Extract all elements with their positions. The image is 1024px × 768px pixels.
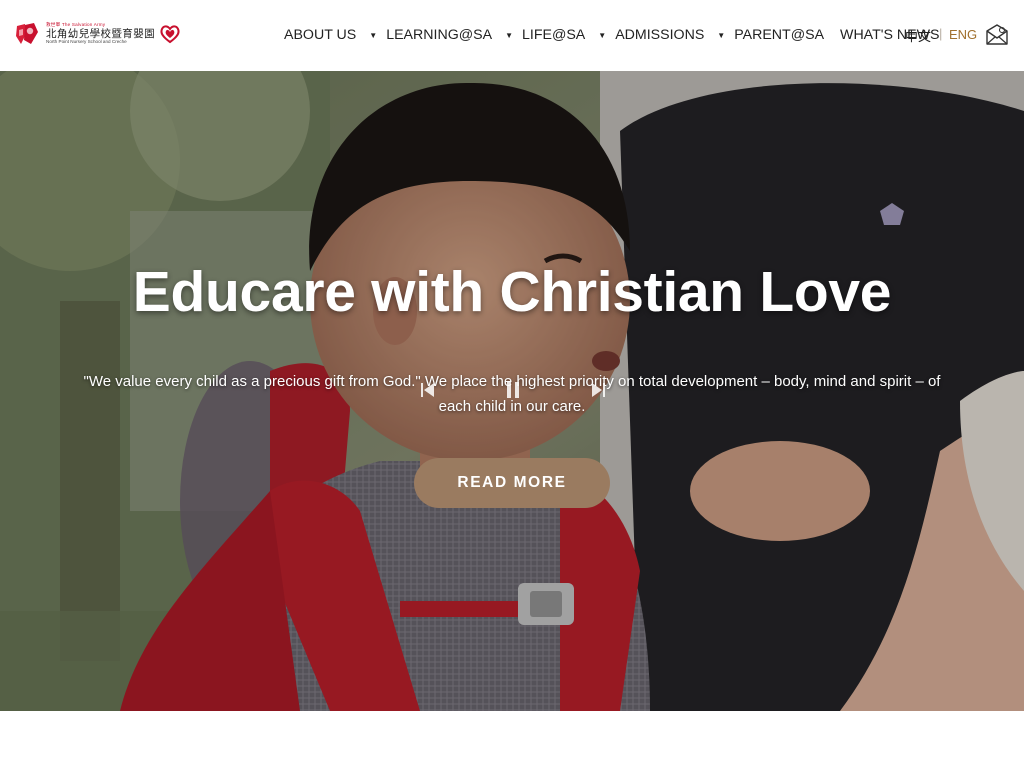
- next-icon[interactable]: [586, 379, 608, 401]
- hero-title: Educare with Christian Love: [132, 260, 892, 324]
- nav-about-us[interactable]: ABOUT US ▼: [284, 27, 386, 43]
- heart-badge-icon: [160, 25, 180, 44]
- school-logo[interactable]: 救世軍 The Salvation Army 北角幼兒學校暨育嬰園 North …: [14, 20, 196, 48]
- chevron-down-icon[interactable]: ▼: [369, 31, 377, 40]
- chevron-down-icon[interactable]: ▼: [717, 31, 725, 40]
- main-navigation: ABOUT US ▼ LEARNING@SA ▼ LIFE@SA ▼ ADMIS…: [284, 24, 939, 46]
- nav-life-label: LIFE@SA: [521, 27, 586, 43]
- nav-learning-label: LEARNING@SA: [386, 27, 493, 43]
- hero-banner: Educare with Christian Love "We value ev…: [0, 71, 1024, 711]
- site-header: 救世軍 The Salvation Army 北角幼兒學校暨育嬰園 North …: [0, 0, 1024, 71]
- chevron-down-icon[interactable]: ▼: [505, 31, 513, 40]
- previous-icon[interactable]: [418, 379, 440, 401]
- logo-school-name-cn: 北角幼兒學校暨育嬰園: [46, 27, 155, 40]
- language-english-link[interactable]: ENG: [949, 27, 977, 42]
- video-controls: [418, 369, 608, 411]
- nav-learning[interactable]: LEARNING@SA ▼: [386, 27, 522, 43]
- language-chinese-link[interactable]: 中文: [905, 26, 931, 45]
- read-more-button[interactable]: READ MORE: [414, 458, 610, 508]
- nav-admissions[interactable]: ADMISSIONS ▼: [615, 27, 734, 43]
- nav-life[interactable]: LIFE@SA ▼: [522, 27, 615, 43]
- salvation-army-shield-icon: [16, 23, 38, 44]
- nav-parent[interactable]: PARENT@SA: [734, 27, 824, 43]
- language-separator: |: [939, 26, 943, 41]
- pause-icon[interactable]: [502, 379, 524, 401]
- envelope-icon[interactable]: [984, 22, 1010, 48]
- nav-about-us-label: ABOUT US: [284, 27, 357, 43]
- chevron-down-icon[interactable]: ▼: [598, 31, 606, 40]
- logo-school-name-en: North Point Nursery School and Creche: [46, 39, 127, 45]
- nav-parent-label: PARENT@SA: [734, 27, 825, 43]
- nav-admissions-label: ADMISSIONS: [615, 27, 705, 43]
- page-bottom-area: [0, 711, 1024, 768]
